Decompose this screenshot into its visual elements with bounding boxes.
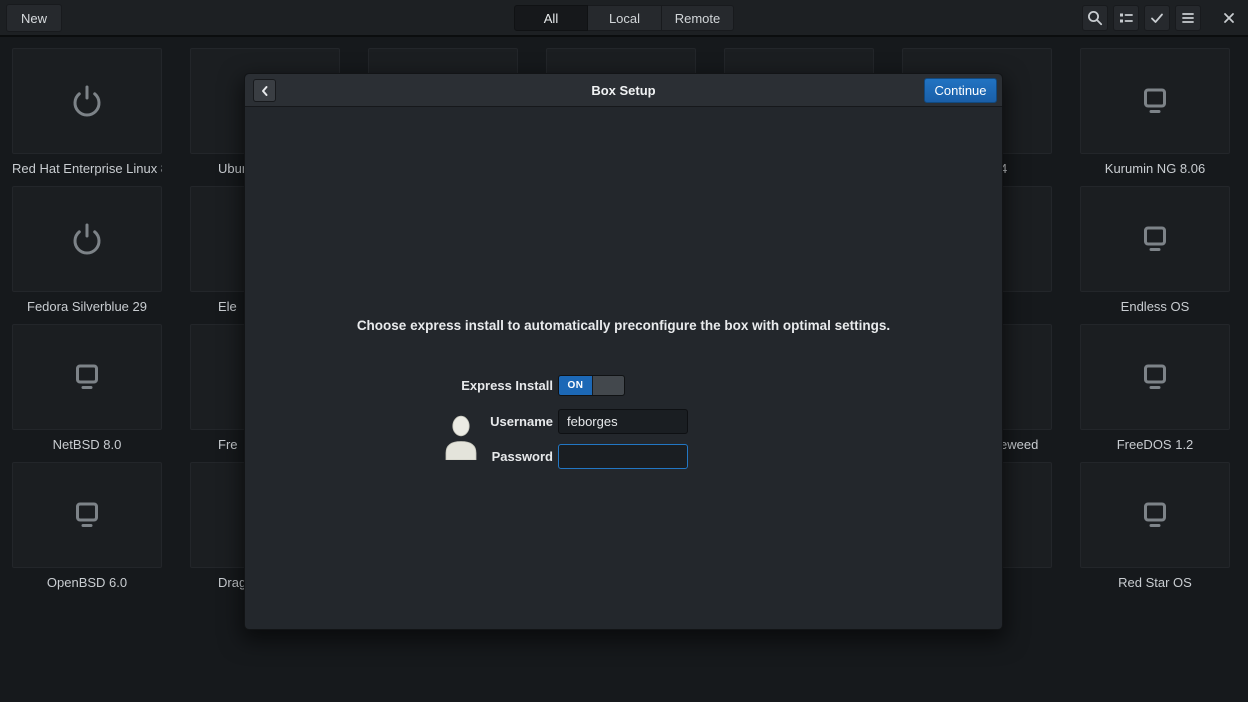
list-view-icon: [1117, 9, 1135, 27]
power-icon: [69, 221, 105, 257]
express-install-label: Express Install: [245, 375, 553, 396]
express-install-message: Choose express install to automatically …: [245, 318, 1002, 333]
box-tile[interactable]: [12, 48, 162, 154]
monitor-icon: [1137, 359, 1173, 395]
continue-button[interactable]: Continue: [924, 78, 997, 103]
close-icon: [1221, 10, 1237, 26]
search-button[interactable]: [1082, 5, 1108, 31]
header-bar: New All Local Remote: [0, 0, 1248, 37]
password-input[interactable]: [558, 444, 688, 469]
monitor-icon: [69, 359, 105, 395]
box-label: NetBSD 8.0: [12, 430, 162, 462]
tab-local[interactable]: Local: [588, 5, 662, 31]
view-filter-tabs: All Local Remote: [514, 5, 734, 31]
box-tile[interactable]: [1080, 48, 1230, 154]
box-cell: NetBSD 8.0: [12, 324, 162, 462]
username-label: Username: [245, 409, 553, 434]
switch-knob: [592, 376, 624, 395]
box-cell: Endless OS: [1080, 186, 1230, 324]
switch-on-label: ON: [559, 376, 592, 395]
selection-mode-button[interactable]: [1144, 5, 1170, 31]
box-label: Red Star OS: [1080, 568, 1230, 600]
box-label: FreeDOS 1.2: [1080, 430, 1230, 462]
box-tile[interactable]: [1080, 186, 1230, 292]
box-tile[interactable]: [1080, 324, 1230, 430]
search-icon: [1086, 9, 1104, 27]
box-label: Endless OS: [1080, 292, 1230, 324]
close-window-button[interactable]: [1216, 5, 1242, 31]
monitor-icon: [1137, 221, 1173, 257]
express-install-switch[interactable]: ON: [558, 375, 625, 396]
monitor-icon: [1137, 497, 1173, 533]
tab-remote[interactable]: Remote: [662, 5, 734, 31]
monitor-icon: [1137, 83, 1173, 119]
box-tile[interactable]: [1080, 462, 1230, 568]
tab-all[interactable]: All: [514, 5, 588, 31]
username-input[interactable]: [558, 409, 688, 434]
box-label: Kurumin NG 8.06: [1080, 154, 1230, 186]
box-setup-dialog: Box Setup Continue Choose express instal…: [244, 73, 1003, 630]
new-box-button[interactable]: New: [6, 4, 62, 32]
power-icon: [69, 83, 105, 119]
header-actions: [1082, 5, 1242, 31]
app-window: New All Local Remote: [0, 0, 1248, 702]
checkmark-icon: [1148, 9, 1166, 27]
list-view-button[interactable]: [1113, 5, 1139, 31]
box-tile[interactable]: [12, 462, 162, 568]
box-tile[interactable]: [12, 324, 162, 430]
hamburger-menu-icon: [1179, 9, 1197, 27]
dialog-title: Box Setup: [245, 74, 1002, 107]
box-label: Fedora Silverblue 29: [12, 292, 162, 324]
box-label: OpenBSD 6.0: [12, 568, 162, 600]
box-cell: Red Star OS: [1080, 462, 1230, 600]
password-label: Password: [245, 444, 553, 469]
dialog-header: Box Setup Continue: [245, 74, 1002, 107]
box-tile[interactable]: [12, 186, 162, 292]
monitor-icon: [69, 497, 105, 533]
box-cell: FreeDOS 1.2: [1080, 324, 1230, 462]
box-cell: Kurumin NG 8.06: [1080, 48, 1230, 186]
menu-button[interactable]: [1175, 5, 1201, 31]
box-cell: Fedora Silverblue 29: [12, 186, 162, 324]
box-label: Red Hat Enterprise Linux 8.0: [12, 154, 162, 186]
dialog-body: Choose express install to automatically …: [245, 107, 1002, 630]
box-cell: OpenBSD 6.0: [12, 462, 162, 600]
box-cell: Red Hat Enterprise Linux 8.0: [12, 48, 162, 186]
